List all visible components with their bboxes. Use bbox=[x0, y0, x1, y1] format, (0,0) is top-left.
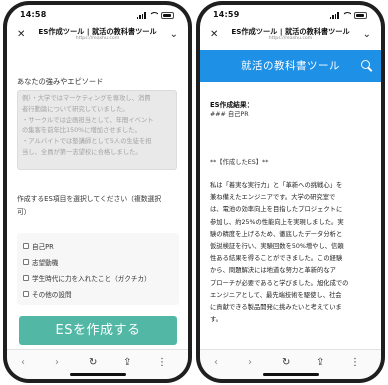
result-subheading: ### 自己PR bbox=[210, 111, 249, 118]
home-indicator bbox=[262, 373, 319, 376]
wifi-icon bbox=[342, 12, 351, 19]
site-header-bar: 就活の教科書ツール bbox=[200, 50, 381, 82]
status-time: 14:58 bbox=[20, 10, 47, 19]
checkbox-gakuchika[interactable]: 学生時代に力を入れたこと（ガクチカ） bbox=[23, 273, 151, 283]
battery-icon bbox=[354, 11, 367, 19]
left-phone-frame: 14:58 ✕ ES作成ツール | 就活の教科書ツール https://reas… bbox=[3, 1, 192, 383]
checkbox-motivation[interactable]: 志望動機 bbox=[23, 257, 58, 267]
create-es-button[interactable]: ESを作成する bbox=[19, 316, 177, 345]
more-menu-icon[interactable]: ⌄ bbox=[170, 30, 178, 40]
browser-header: ✕ ES作成ツール | 就活の教科書ツール https://reashu.com… bbox=[7, 25, 188, 47]
left-phone-screen: 14:58 ✕ ES作成ツール | 就活の教科書ツール https://reas… bbox=[7, 5, 188, 379]
right-phone-frame: 14:59 ✕ ES作成ツール | 就活の教科書ツール https://reas… bbox=[196, 1, 385, 383]
share-icon[interactable]: ⇪ bbox=[123, 358, 131, 368]
close-icon[interactable]: ✕ bbox=[210, 30, 218, 40]
checkbox-box[interactable] bbox=[23, 275, 29, 281]
status-bar: 14:58 bbox=[7, 5, 188, 25]
signal-icon bbox=[136, 11, 146, 19]
checkbox-box[interactable] bbox=[23, 243, 29, 249]
home-indicator bbox=[69, 373, 126, 376]
episode-label: あなたの強みやエピソード bbox=[17, 77, 104, 86]
page-url[interactable]: https://reashu.com bbox=[200, 36, 381, 42]
forward-icon[interactable]: › bbox=[55, 358, 59, 368]
forward-icon[interactable]: › bbox=[248, 358, 252, 368]
reload-icon[interactable]: ↻ bbox=[89, 358, 97, 368]
back-icon[interactable]: ‹ bbox=[214, 358, 218, 368]
more-icon[interactable]: ⋮ bbox=[157, 358, 167, 368]
status-time: 14:59 bbox=[213, 10, 240, 19]
checkbox-box[interactable] bbox=[23, 259, 29, 265]
search-icon[interactable] bbox=[361, 60, 373, 72]
signal-icon bbox=[329, 11, 339, 19]
page-title: ES作成ツール | 就活の教科書ツール bbox=[231, 27, 350, 36]
es-item-select-label: 作成するES項目を選択してください（複数選択 可） bbox=[17, 195, 162, 216]
status-bar: 14:59 bbox=[200, 5, 381, 25]
reload-icon[interactable]: ↻ bbox=[282, 358, 290, 368]
es-result-panel: ES作成結果： ### 自己PR **【作成したES】** 私は「着実な実行力」… bbox=[210, 100, 374, 349]
page-title: ES作成ツール | 就活の教科書ツール bbox=[38, 27, 157, 36]
result-body: 私は「着実な実行力」と「革新への挑戦心」を 兼ね備えたエンジニアです。大学の研究… bbox=[210, 182, 349, 324]
episode-textarea[interactable]: 例）・大学ではマーケティングを専攻し、消費 者行動論について研究していました。 … bbox=[17, 90, 177, 170]
more-icon[interactable]: ⋮ bbox=[350, 358, 360, 368]
checkbox-other[interactable]: その他の設問 bbox=[23, 289, 72, 299]
more-menu-icon[interactable]: ⌄ bbox=[363, 30, 371, 40]
close-icon[interactable]: ✕ bbox=[17, 30, 25, 40]
battery-icon bbox=[161, 11, 174, 19]
result-heading: ES作成結果： bbox=[210, 101, 254, 109]
es-item-checklist: 自己PR 志望動機 学生時代に力を入れたこと（ガクチカ） その他の設問 bbox=[17, 233, 179, 305]
share-icon[interactable]: ⇪ bbox=[316, 358, 324, 368]
page-url[interactable]: https://reashu.com bbox=[7, 36, 188, 42]
back-icon[interactable]: ‹ bbox=[21, 358, 25, 368]
checkbox-box[interactable] bbox=[23, 291, 29, 297]
result-section-title: **【作成したES】** bbox=[210, 159, 269, 166]
right-phone-screen: 14:59 ✕ ES作成ツール | 就活の教科書ツール https://reas… bbox=[200, 5, 381, 379]
wifi-icon bbox=[149, 12, 158, 19]
browser-header: ✕ ES作成ツール | 就活の教科書ツール https://reashu.com… bbox=[200, 25, 381, 47]
site-brand[interactable]: 就活の教科書ツール bbox=[241, 60, 340, 72]
checkbox-self-pr[interactable]: 自己PR bbox=[23, 241, 54, 251]
